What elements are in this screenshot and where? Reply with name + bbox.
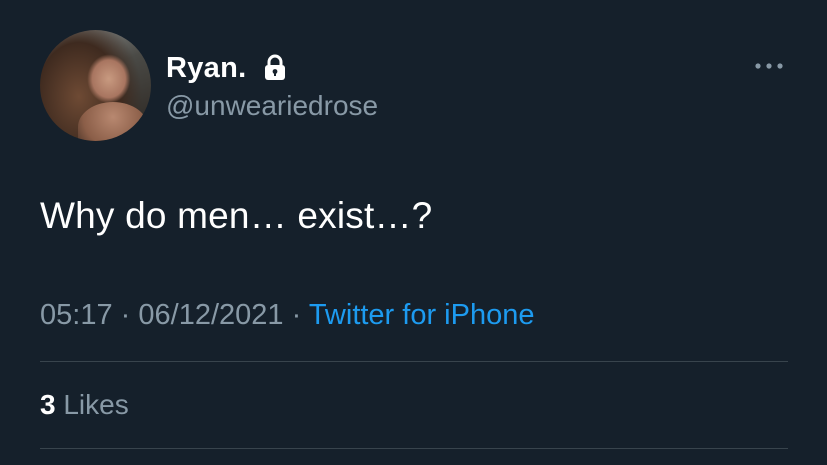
divider [40, 448, 788, 449]
avatar-shoulder [78, 102, 148, 141]
meta-separator: · [291, 299, 302, 331]
author-handle[interactable]: @unweariedrose [166, 88, 378, 124]
likes-count: 3 [40, 389, 56, 420]
more-options-icon[interactable] [752, 56, 786, 76]
likes-stat[interactable]: 3 Likes [40, 386, 129, 424]
lock-icon [265, 54, 285, 80]
tweet-time[interactable]: 05:17 [40, 299, 113, 331]
tweet-text: Why do men… exist…? [40, 195, 433, 236]
tweet-detail: Ryan. @unweariedrose Why do men… exist…?… [0, 0, 827, 465]
meta-separator: · [120, 299, 131, 331]
avatar[interactable] [40, 30, 151, 141]
tweet-meta: 05:17 · 06/12/2021 · Twitter for iPhone [40, 296, 534, 334]
author-display-name[interactable]: Ryan. [166, 50, 246, 86]
likes-label: Likes [63, 389, 129, 420]
tweet-source-link[interactable]: Twitter for iPhone [309, 299, 535, 331]
divider [40, 361, 788, 362]
tweet-date[interactable]: 06/12/2021 [138, 299, 283, 331]
